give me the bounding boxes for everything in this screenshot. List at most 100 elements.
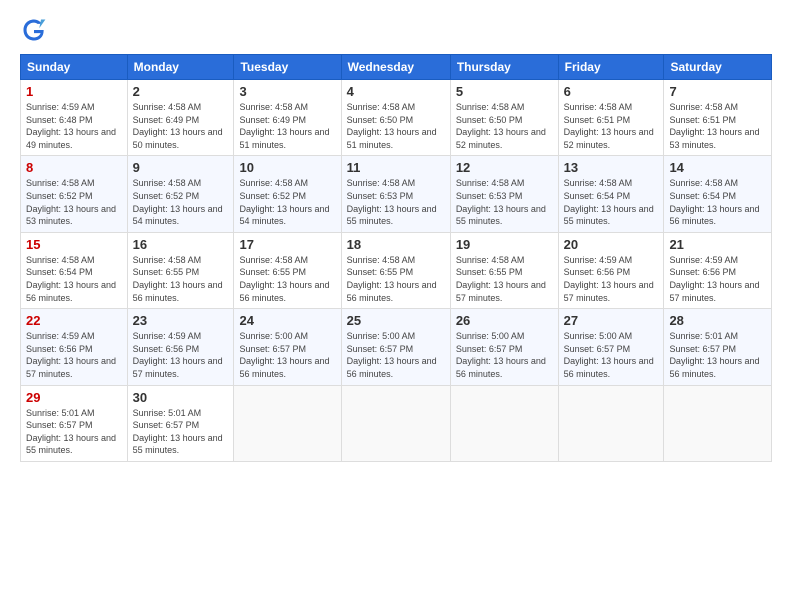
day-info: Sunrise: 4:58 AMSunset: 6:54 PMDaylight:… bbox=[669, 177, 766, 227]
day-number: 17 bbox=[239, 237, 335, 252]
day-number: 25 bbox=[347, 313, 445, 328]
calendar-cell: 25 Sunrise: 5:00 AMSunset: 6:57 PMDayligh… bbox=[341, 309, 450, 385]
day-info: Sunrise: 4:58 AMSunset: 6:55 PMDaylight:… bbox=[239, 254, 335, 304]
weekday-header-tuesday: Tuesday bbox=[234, 55, 341, 80]
day-number: 20 bbox=[564, 237, 659, 252]
day-number: 30 bbox=[133, 390, 229, 405]
day-info: Sunrise: 4:58 AMSunset: 6:55 PMDaylight:… bbox=[456, 254, 553, 304]
day-number: 29 bbox=[26, 390, 122, 405]
day-info: Sunrise: 4:59 AMSunset: 6:56 PMDaylight:… bbox=[669, 254, 766, 304]
day-info: Sunrise: 4:58 AMSunset: 6:55 PMDaylight:… bbox=[347, 254, 445, 304]
day-number: 8 bbox=[26, 160, 122, 175]
calendar-cell: 30 Sunrise: 5:01 AMSunset: 6:57 PMDayligh… bbox=[127, 385, 234, 461]
week-row-5: 29 Sunrise: 5:01 AMSunset: 6:57 PMDayligh… bbox=[21, 385, 772, 461]
day-number: 12 bbox=[456, 160, 553, 175]
day-info: Sunrise: 4:58 AMSunset: 6:50 PMDaylight:… bbox=[347, 101, 445, 151]
calendar-cell bbox=[664, 385, 772, 461]
calendar-cell bbox=[341, 385, 450, 461]
weekday-header-saturday: Saturday bbox=[664, 55, 772, 80]
calendar-cell: 20 Sunrise: 4:59 AMSunset: 6:56 PMDayligh… bbox=[558, 232, 664, 308]
weekday-header-monday: Monday bbox=[127, 55, 234, 80]
calendar-cell: 5Sunrise: 4:58 AMSunset: 6:50 PMDaylight… bbox=[450, 80, 558, 156]
day-number: 1 bbox=[26, 84, 122, 99]
calendar-cell: 26 Sunrise: 5:00 AMSunset: 6:57 PMDayligh… bbox=[450, 309, 558, 385]
calendar-cell: 1Sunrise: 4:59 AMSunset: 6:48 PMDaylight… bbox=[21, 80, 128, 156]
day-number: 5 bbox=[456, 84, 553, 99]
calendar-cell bbox=[234, 385, 341, 461]
day-number: 24 bbox=[239, 313, 335, 328]
calendar-cell: 22Sunrise: 4:59 AMSunset: 6:56 PMDayligh… bbox=[21, 309, 128, 385]
calendar-cell: 11Sunrise: 4:58 AMSunset: 6:53 PMDayligh… bbox=[341, 156, 450, 232]
day-info: Sunrise: 4:58 AMSunset: 6:51 PMDaylight:… bbox=[564, 101, 659, 151]
week-row-4: 22 Sunrise: 4:59 AMSunset: 6:56 PMDayligh… bbox=[21, 309, 772, 385]
calendar-cell: 27Sunrise: 5:00 AMSunset: 6:57 PMDayligh… bbox=[558, 309, 664, 385]
day-info: Sunrise: 5:00 AMSunset: 6:57 PMDaylight:… bbox=[347, 330, 445, 380]
day-info: Sunrise: 5:01 AMSunset: 6:57 PMDaylight:… bbox=[26, 407, 122, 457]
day-number: 3 bbox=[239, 84, 335, 99]
calendar-cell: 18 Sunrise: 4:58 AMSunset: 6:55 PMDayligh… bbox=[341, 232, 450, 308]
calendar-cell: 14 Sunrise: 4:58 AMSunset: 6:54 PMDayligh… bbox=[664, 156, 772, 232]
calendar-body: 1Sunrise: 4:59 AMSunset: 6:48 PMDaylight… bbox=[21, 80, 772, 462]
day-info: Sunrise: 4:58 AMSunset: 6:54 PMDaylight:… bbox=[564, 177, 659, 227]
weekday-header-sunday: Sunday bbox=[21, 55, 128, 80]
calendar-page: SundayMondayTuesdayWednesdayThursdayFrid… bbox=[0, 0, 792, 612]
calendar-cell: 29 Sunrise: 5:01 AMSunset: 6:57 PMDayligh… bbox=[21, 385, 128, 461]
day-number: 15 bbox=[26, 237, 122, 252]
day-number: 16 bbox=[133, 237, 229, 252]
header bbox=[20, 16, 772, 44]
calendar-cell: 15Sunrise: 4:58 AMSunset: 6:54 PMDayligh… bbox=[21, 232, 128, 308]
day-number: 21 bbox=[669, 237, 766, 252]
day-number: 13 bbox=[564, 160, 659, 175]
day-number: 19 bbox=[456, 237, 553, 252]
calendar-table: SundayMondayTuesdayWednesdayThursdayFrid… bbox=[20, 54, 772, 462]
day-info: Sunrise: 5:01 AMSunset: 6:57 PMDaylight:… bbox=[669, 330, 766, 380]
calendar-cell bbox=[450, 385, 558, 461]
calendar-cell: 2Sunrise: 4:58 AMSunset: 6:49 PMDaylight… bbox=[127, 80, 234, 156]
day-number: 26 bbox=[456, 313, 553, 328]
day-number: 7 bbox=[669, 84, 766, 99]
day-number: 28 bbox=[669, 313, 766, 328]
day-info: Sunrise: 4:59 AMSunset: 6:56 PMDaylight:… bbox=[133, 330, 229, 380]
day-info: Sunrise: 4:59 AMSunset: 6:56 PMDaylight:… bbox=[564, 254, 659, 304]
calendar-cell: 12 Sunrise: 4:58 AMSunset: 6:53 PMDayligh… bbox=[450, 156, 558, 232]
logo-icon bbox=[20, 16, 48, 44]
week-row-2: 8 Sunrise: 4:58 AMSunset: 6:52 PMDaylight… bbox=[21, 156, 772, 232]
day-number: 4 bbox=[347, 84, 445, 99]
calendar-cell: 8 Sunrise: 4:58 AMSunset: 6:52 PMDaylight… bbox=[21, 156, 128, 232]
day-number: 10 bbox=[239, 160, 335, 175]
day-info: Sunrise: 4:58 AMSunset: 6:53 PMDaylight:… bbox=[347, 177, 445, 227]
day-number: 18 bbox=[347, 237, 445, 252]
day-info: Sunrise: 5:01 AMSunset: 6:57 PMDaylight:… bbox=[133, 407, 229, 457]
calendar-cell: 9 Sunrise: 4:58 AMSunset: 6:52 PMDaylight… bbox=[127, 156, 234, 232]
calendar-cell: 24Sunrise: 5:00 AMSunset: 6:57 PMDayligh… bbox=[234, 309, 341, 385]
logo bbox=[20, 16, 52, 44]
day-info: Sunrise: 4:58 AMSunset: 6:55 PMDaylight:… bbox=[133, 254, 229, 304]
week-row-3: 15Sunrise: 4:58 AMSunset: 6:54 PMDayligh… bbox=[21, 232, 772, 308]
day-number: 9 bbox=[133, 160, 229, 175]
day-number: 6 bbox=[564, 84, 659, 99]
day-info: Sunrise: 4:58 AMSunset: 6:53 PMDaylight:… bbox=[456, 177, 553, 227]
day-info: Sunrise: 4:58 AMSunset: 6:52 PMDaylight:… bbox=[26, 177, 122, 227]
calendar-cell: 3 Sunrise: 4:58 AMSunset: 6:49 PMDaylight… bbox=[234, 80, 341, 156]
calendar-cell: 17 Sunrise: 4:58 AMSunset: 6:55 PMDayligh… bbox=[234, 232, 341, 308]
weekday-header-friday: Friday bbox=[558, 55, 664, 80]
calendar-cell: 10 Sunrise: 4:58 AMSunset: 6:52 PMDayligh… bbox=[234, 156, 341, 232]
day-info: Sunrise: 4:58 AMSunset: 6:52 PMDaylight:… bbox=[133, 177, 229, 227]
day-number: 23 bbox=[133, 313, 229, 328]
calendar-cell: 19 Sunrise: 4:58 AMSunset: 6:55 PMDayligh… bbox=[450, 232, 558, 308]
weekday-header-thursday: Thursday bbox=[450, 55, 558, 80]
day-info: Sunrise: 5:00 AMSunset: 6:57 PMDaylight:… bbox=[564, 330, 659, 380]
calendar-cell: 28 Sunrise: 5:01 AMSunset: 6:57 PMDayligh… bbox=[664, 309, 772, 385]
calendar-cell: 4 Sunrise: 4:58 AMSunset: 6:50 PMDaylight… bbox=[341, 80, 450, 156]
calendar-cell: 16 Sunrise: 4:58 AMSunset: 6:55 PMDayligh… bbox=[127, 232, 234, 308]
weekday-header-row: SundayMondayTuesdayWednesdayThursdayFrid… bbox=[21, 55, 772, 80]
calendar-cell: 13 Sunrise: 4:58 AMSunset: 6:54 PMDayligh… bbox=[558, 156, 664, 232]
calendar-cell: 21 Sunrise: 4:59 AMSunset: 6:56 PMDayligh… bbox=[664, 232, 772, 308]
day-info: Sunrise: 4:58 AMSunset: 6:49 PMDaylight:… bbox=[239, 101, 335, 151]
day-number: 14 bbox=[669, 160, 766, 175]
day-info: Sunrise: 4:58 AMSunset: 6:52 PMDaylight:… bbox=[239, 177, 335, 227]
day-number: 22 bbox=[26, 313, 122, 328]
calendar-cell: 7Sunrise: 4:58 AMSunset: 6:51 PMDaylight… bbox=[664, 80, 772, 156]
day-info: Sunrise: 5:00 AMSunset: 6:57 PMDaylight:… bbox=[456, 330, 553, 380]
calendar-cell: 6 Sunrise: 4:58 AMSunset: 6:51 PMDaylight… bbox=[558, 80, 664, 156]
